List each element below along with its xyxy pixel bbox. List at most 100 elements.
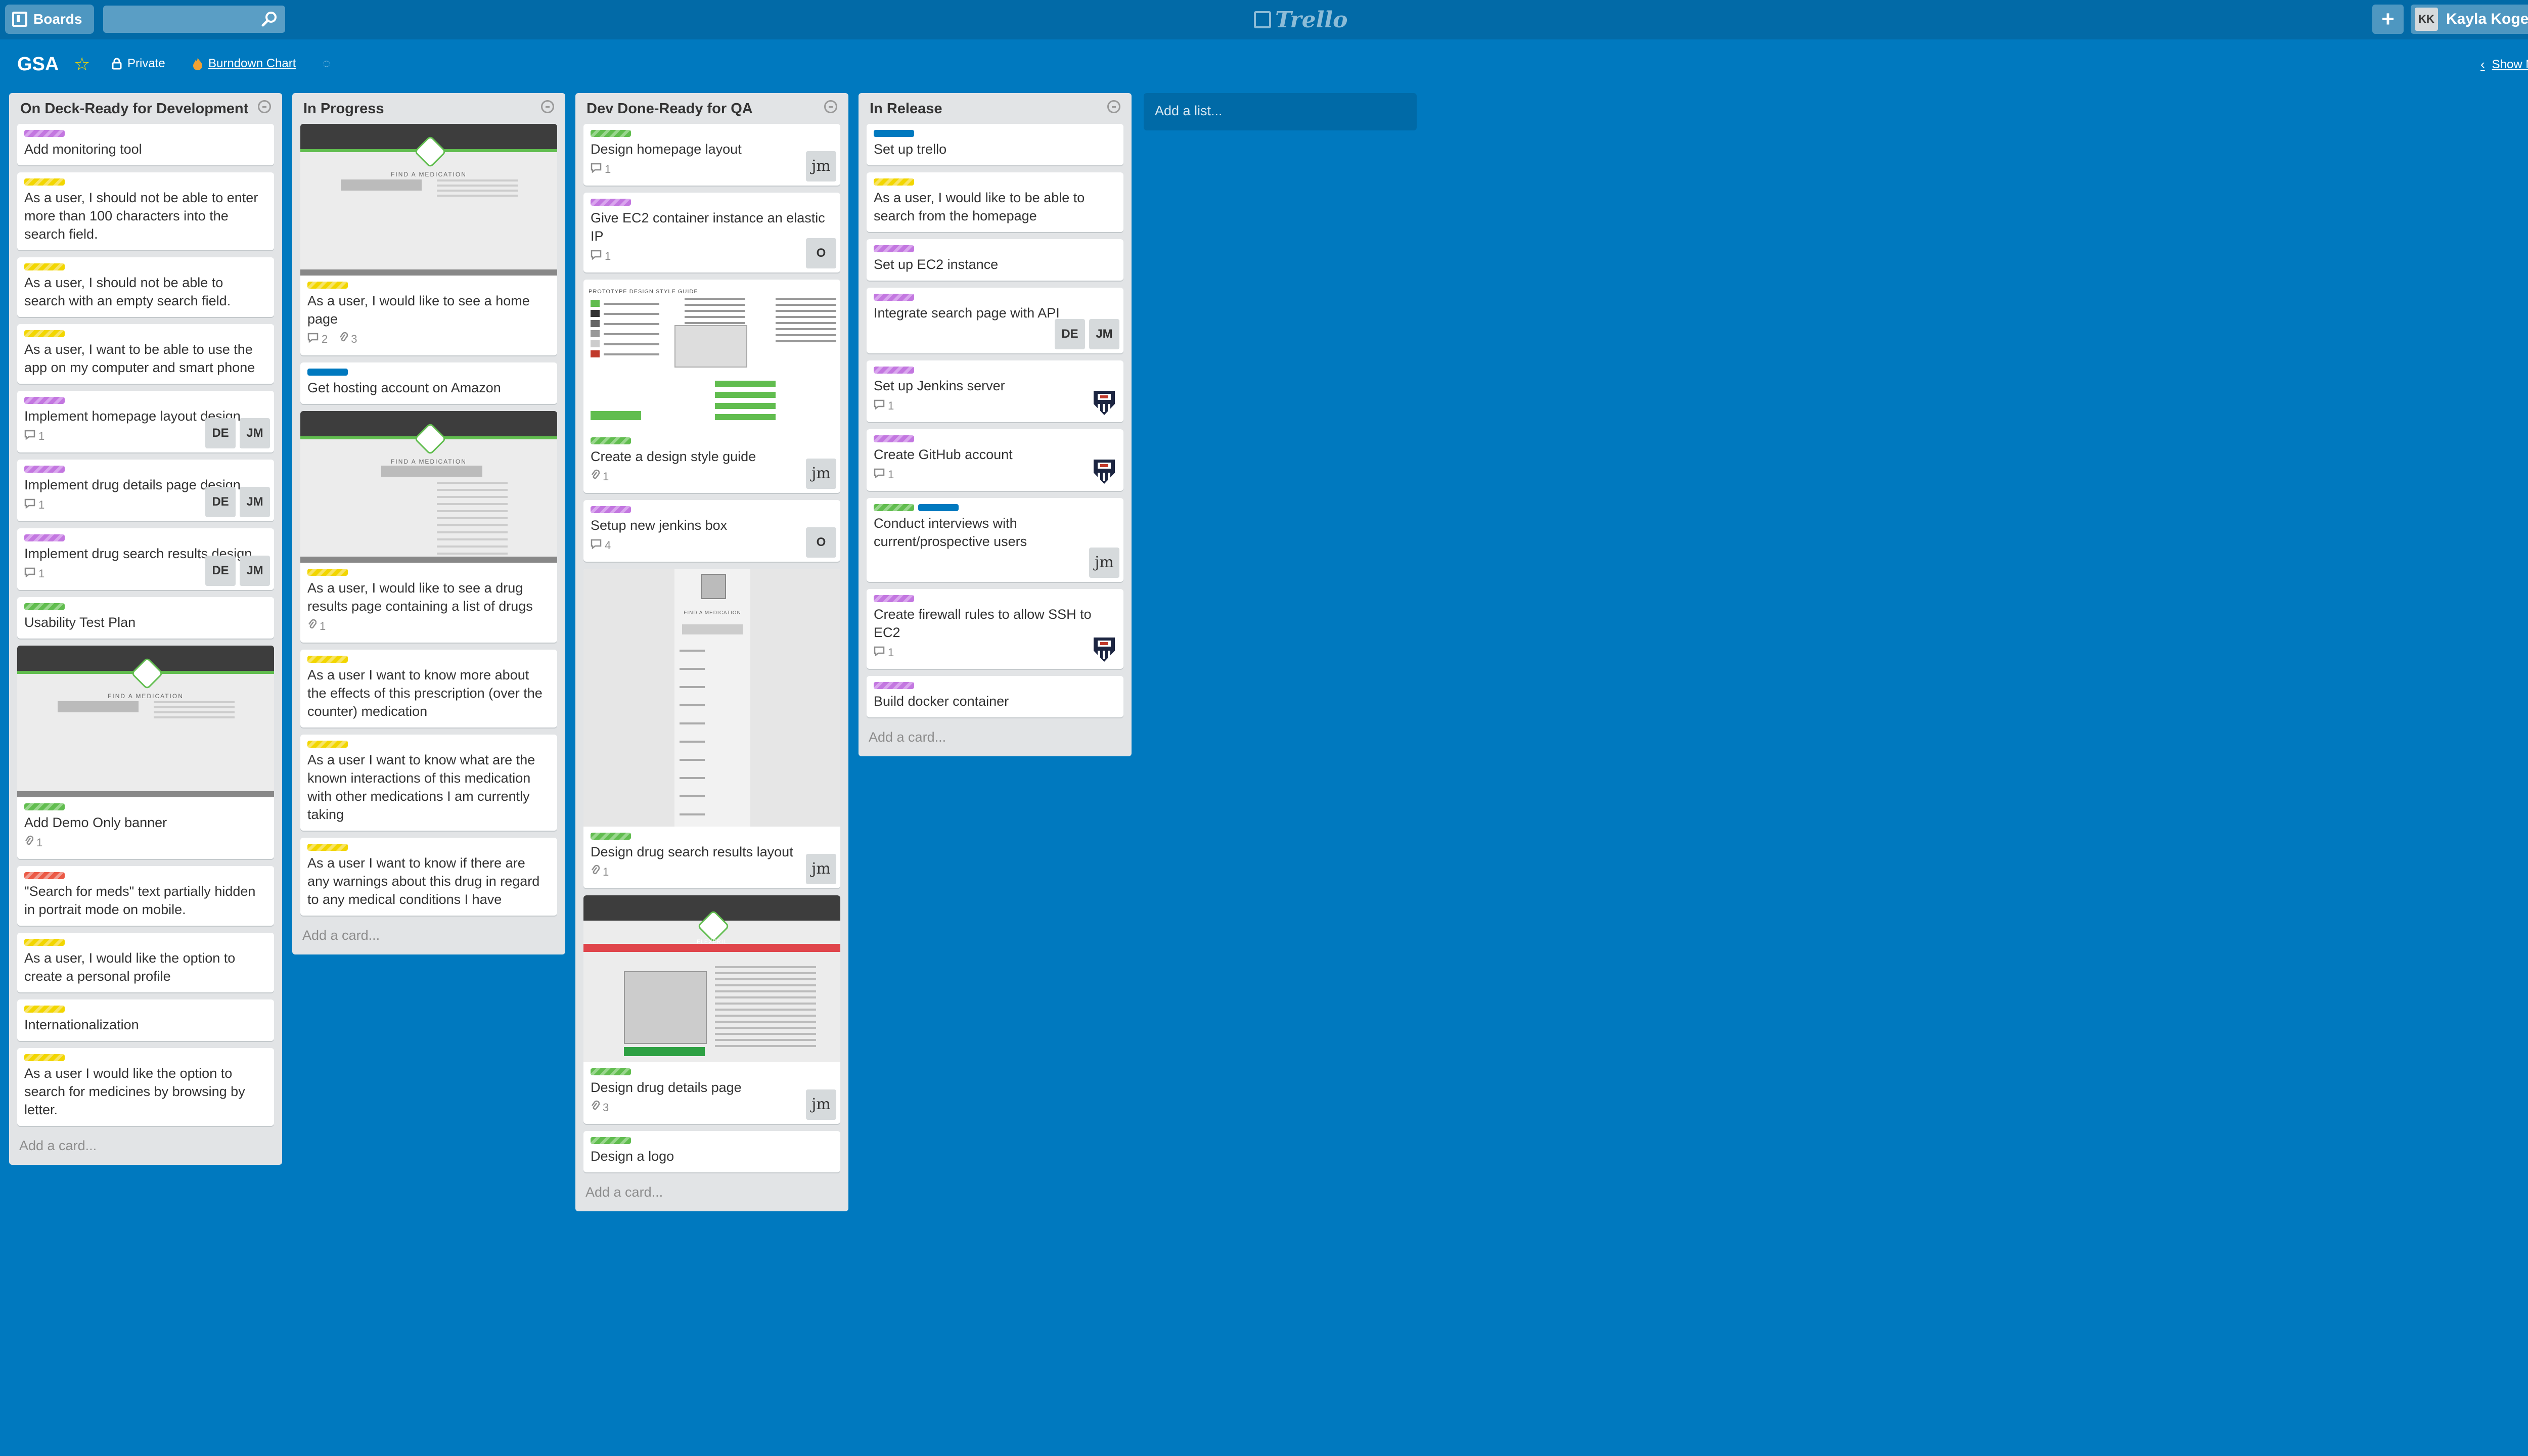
add-card-button[interactable]: Add a card... bbox=[300, 923, 557, 954]
card-badges: 23 bbox=[307, 330, 550, 348]
member-avatar[interactable]: jm bbox=[806, 1089, 836, 1120]
attachments-badge: 3 bbox=[591, 1099, 609, 1117]
star-icon[interactable]: ☆ bbox=[74, 54, 90, 75]
member-avatar[interactable]: O bbox=[806, 527, 836, 558]
comment-icon bbox=[874, 397, 885, 415]
add-list-button[interactable]: Add a list... bbox=[1144, 93, 1417, 130]
comment-icon bbox=[591, 536, 602, 555]
power-up-icon[interactable]: ◌ bbox=[323, 56, 330, 71]
list-menu-icon[interactable] bbox=[1107, 100, 1120, 113]
card[interactable]: Setup new jenkins box 4 O bbox=[583, 500, 840, 562]
cover-heading: FIND A MEDICATION bbox=[108, 693, 184, 700]
comment-icon bbox=[307, 330, 319, 348]
list-menu-icon[interactable] bbox=[258, 100, 271, 113]
label-yellow bbox=[307, 656, 348, 663]
list-header[interactable]: Dev Done-Ready for QA bbox=[583, 93, 840, 124]
card[interactable]: Implement drug search results design 1 DE J… bbox=[17, 528, 274, 590]
card[interactable]: Usability Test Plan bbox=[17, 597, 274, 639]
label-yellow bbox=[24, 178, 65, 186]
add-card-button[interactable]: Add a card... bbox=[17, 1133, 274, 1165]
card[interactable]: As a user, I would like the option to cr… bbox=[17, 933, 274, 992]
card[interactable]: Create GitHub account 1 bbox=[867, 429, 1123, 491]
card[interactable]: "Search for meds" text partially hidden … bbox=[17, 866, 274, 926]
list-menu-icon[interactable] bbox=[824, 100, 837, 113]
member-avatar[interactable]: JM bbox=[240, 487, 270, 517]
list-menu-icon[interactable] bbox=[541, 100, 554, 113]
card[interactable]: Build docker container bbox=[867, 676, 1123, 717]
card[interactable]: Create firewall rules to allow SSH to EC… bbox=[867, 589, 1123, 669]
attachments-count: 1 bbox=[320, 620, 326, 632]
list-header[interactable]: In Progress bbox=[300, 93, 557, 124]
member-avatar-shield-icon[interactable] bbox=[1089, 388, 1119, 418]
card-body: As a user, I would like to see a home pa… bbox=[300, 276, 557, 355]
search-input[interactable] bbox=[103, 6, 285, 33]
visibility-button[interactable]: Private bbox=[111, 57, 165, 71]
trello-logo[interactable]: Trello bbox=[1254, 6, 1348, 33]
card[interactable]: As a user I want to know more about the … bbox=[300, 650, 557, 727]
member-avatar-shield-icon[interactable] bbox=[1089, 457, 1119, 487]
user-menu-button[interactable]: KK Kayla Koger bbox=[2411, 5, 2528, 34]
member-avatar[interactable]: jm bbox=[806, 459, 836, 489]
card[interactable]: Give EC2 container instance an elastic I… bbox=[583, 193, 840, 272]
list-title: In Release bbox=[870, 101, 942, 117]
attachments-count: 3 bbox=[351, 333, 357, 345]
add-card-button[interactable]: Add a card... bbox=[583, 1179, 840, 1211]
card[interactable]: As a user, I should not be able to searc… bbox=[17, 257, 274, 317]
member-avatar[interactable]: jm bbox=[806, 854, 836, 884]
card[interactable]: Add monitoring tool bbox=[17, 124, 274, 165]
card[interactable]: FIND A MEDICATION Add Demo Only banner 1 bbox=[17, 646, 274, 859]
member-avatar[interactable]: JM bbox=[1089, 319, 1119, 349]
card[interactable]: Internationalization bbox=[17, 999, 274, 1041]
comments-count: 4 bbox=[605, 539, 611, 552]
add-button[interactable]: + bbox=[2372, 5, 2404, 34]
member-avatar-shield-icon[interactable] bbox=[1089, 634, 1119, 665]
member-avatar[interactable]: jm bbox=[1089, 548, 1119, 578]
member-avatar[interactable]: JM bbox=[240, 556, 270, 586]
card[interactable]: FLEXERIL Design drug details page 3 jm bbox=[583, 895, 840, 1124]
member-avatar[interactable]: DE bbox=[1055, 319, 1085, 349]
card[interactable]: Conduct interviews with current/prospect… bbox=[867, 498, 1123, 582]
show-menu-button[interactable]: ‹ Show Menu bbox=[2480, 57, 2528, 72]
card[interactable]: As a user I would like the option to sea… bbox=[17, 1048, 274, 1126]
card[interactable]: Design homepage layout 1 jm bbox=[583, 124, 840, 186]
member-avatar[interactable]: JM bbox=[240, 418, 270, 448]
card[interactable]: Set up trello bbox=[867, 124, 1123, 165]
card[interactable]: Implement drug details page design 1 DE JM bbox=[17, 460, 274, 521]
card[interactable]: Set up Jenkins server 1 bbox=[867, 360, 1123, 422]
card[interactable]: Get hosting account on Amazon bbox=[300, 362, 557, 404]
card[interactable]: FIND A MEDICATION Design drug search resu… bbox=[583, 569, 840, 888]
card[interactable]: FIND A MEDICATION As a user, I would like… bbox=[300, 124, 557, 355]
card[interactable]: Design a logo bbox=[583, 1131, 840, 1172]
burndown-chart-link[interactable]: Burndown Chart bbox=[192, 57, 296, 71]
add-card-button[interactable]: Add a card... bbox=[867, 724, 1123, 756]
card-labels bbox=[874, 435, 1116, 442]
member-avatar[interactable]: DE bbox=[205, 418, 236, 448]
list-header[interactable]: In Release bbox=[867, 93, 1123, 124]
card[interactable]: As a user, I should not be able to enter… bbox=[17, 172, 274, 250]
boards-button[interactable]: Boards bbox=[5, 5, 94, 34]
card[interactable]: PROTOTYPE DESIGN STYLE GUIDE Create a des… bbox=[583, 280, 840, 493]
card[interactable]: Implement homepage layout design 1 DE JM bbox=[17, 391, 274, 452]
board-title[interactable]: GSA bbox=[17, 54, 59, 75]
card[interactable]: Set up EC2 instance bbox=[867, 239, 1123, 281]
card[interactable]: As a user, I would like to be able to se… bbox=[867, 172, 1123, 232]
card[interactable]: As a user I want to know if there are an… bbox=[300, 838, 557, 916]
label-yellow bbox=[24, 939, 65, 946]
card-title: Usability Test Plan bbox=[24, 615, 136, 630]
card-labels bbox=[874, 130, 1116, 137]
member-avatar[interactable]: DE bbox=[205, 556, 236, 586]
card[interactable]: As a user, I want to be able to use the … bbox=[17, 324, 274, 384]
member-avatar[interactable]: jm bbox=[806, 151, 836, 181]
card[interactable]: Integrate search page with API DE JM bbox=[867, 288, 1123, 353]
label-green bbox=[24, 803, 65, 810]
card-badges: 1 bbox=[591, 160, 833, 178]
comment-icon bbox=[24, 496, 35, 514]
card[interactable]: FIND A MEDICATION As a user, I would like… bbox=[300, 411, 557, 643]
list-header[interactable]: On Deck-Ready for Development bbox=[17, 93, 274, 124]
card-body: Design drug search results layout 1 jm bbox=[583, 827, 840, 888]
card[interactable]: As a user I want to know what are the kn… bbox=[300, 735, 557, 831]
label-green bbox=[591, 1137, 631, 1144]
member-avatar[interactable]: DE bbox=[205, 487, 236, 517]
member-avatar[interactable]: O bbox=[806, 238, 836, 268]
paperclip-icon bbox=[591, 1099, 600, 1117]
